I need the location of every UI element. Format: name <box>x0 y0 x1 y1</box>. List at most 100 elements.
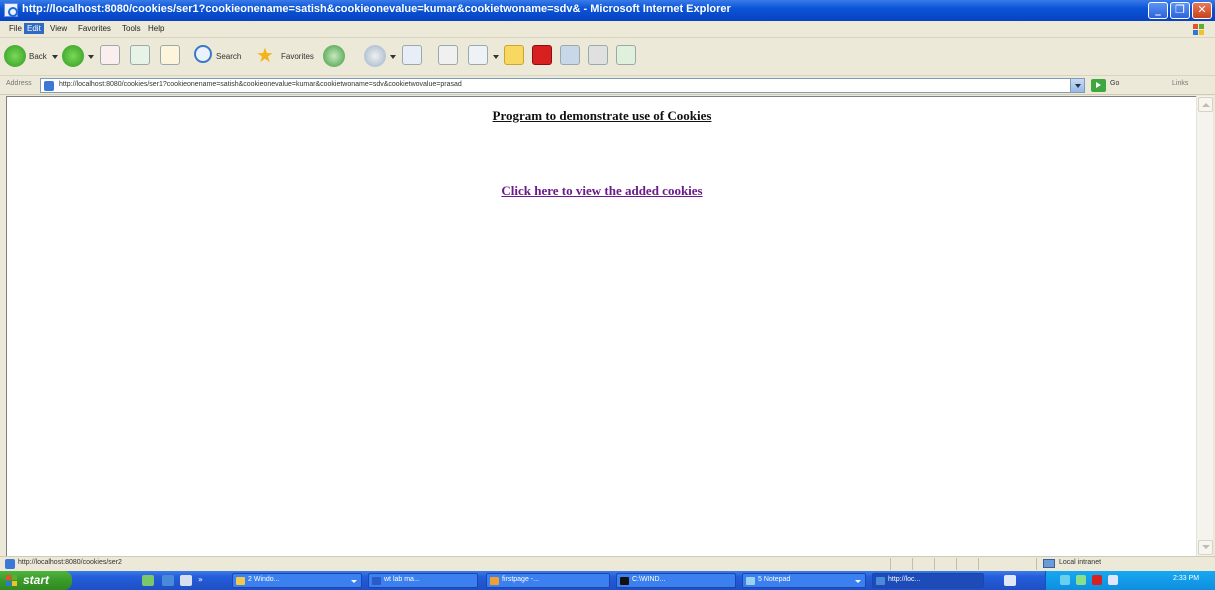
tray-app-icon[interactable] <box>1076 575 1086 585</box>
folder-icon <box>236 577 245 585</box>
quicklaunch-show-desktop-icon[interactable] <box>142 575 154 586</box>
taskbar-button-wt-lab[interactable]: wt lab ma... <box>368 573 478 588</box>
status-text: http://localhost:8080/cookies/ser2 <box>18 559 122 566</box>
back-dropdown-icon[interactable] <box>52 55 58 59</box>
taskbar-extra-icon[interactable] <box>1004 575 1016 586</box>
close-button[interactable]: ✕ <box>1192 2 1212 19</box>
taskbar-button-firstpage[interactable]: firstpage -... <box>486 573 610 588</box>
mail-icon[interactable] <box>402 45 422 65</box>
page-icon <box>44 81 54 91</box>
ie-icon <box>4 3 18 17</box>
address-url[interactable]: http://localhost:8080/cookies/ser1?cooki… <box>59 81 462 88</box>
windows-flag-icon <box>1189 23 1211 36</box>
quicklaunch-media-icon[interactable] <box>180 575 192 586</box>
start-button[interactable]: start <box>0 571 72 590</box>
taskbar-button-ie[interactable]: http://loc... <box>872 573 984 588</box>
edit-dropdown-icon[interactable] <box>493 55 499 59</box>
print-icon[interactable] <box>438 45 458 65</box>
quicklaunch-more-icon[interactable]: » <box>198 575 204 586</box>
status-divider <box>934 558 935 570</box>
clock[interactable]: 2:33 PM <box>1173 575 1199 582</box>
edit-icon[interactable] <box>468 45 488 65</box>
menu-edit[interactable]: Edit <box>24 23 44 34</box>
history-icon[interactable] <box>364 45 386 67</box>
word-icon <box>372 577 381 585</box>
address-input[interactable]: http://localhost:8080/cookies/ser1?cooki… <box>40 78 1085 93</box>
favorites-star-icon[interactable]: ★ <box>256 44 280 66</box>
status-divider <box>978 558 979 570</box>
network-icon[interactable] <box>1060 575 1070 585</box>
menu-bar: File Edit View Favorites Tools Help <box>0 21 1215 38</box>
page-content: Program to demonstrate use of Cookies Cl… <box>6 96 1196 556</box>
kaspersky-icon[interactable] <box>532 45 552 65</box>
ie-icon <box>876 577 885 585</box>
search-icon[interactable] <box>194 45 212 63</box>
go-button[interactable]: Go <box>1110 80 1119 87</box>
notepad-icon <box>746 577 755 585</box>
forward-dropdown-icon[interactable] <box>88 55 94 59</box>
status-divider <box>1036 558 1037 570</box>
windows-logo-icon <box>6 575 18 586</box>
menu-favorites[interactable]: Favorites <box>75 23 114 34</box>
address-label: Address <box>6 80 32 87</box>
task-label: http://loc... <box>888 576 921 583</box>
menu-view[interactable]: View <box>47 23 70 34</box>
taskbar-button-notepad[interactable]: 5 Notepad <box>742 573 866 588</box>
back-arrow-icon[interactable] <box>4 45 26 67</box>
history-dropdown-icon[interactable] <box>390 55 396 59</box>
security-zone: Local intranet <box>1059 559 1102 566</box>
forward-arrow-icon[interactable] <box>62 45 84 67</box>
status-divider <box>912 558 913 570</box>
task-label: wt lab ma... <box>384 576 420 583</box>
search-label[interactable]: Search <box>216 52 241 61</box>
back-label[interactable]: Back <box>29 52 47 61</box>
page-heading: Program to demonstrate use of Cookies <box>492 108 712 123</box>
task-label: firstpage -... <box>502 576 539 583</box>
go-arrow-icon[interactable] <box>1091 79 1106 92</box>
local-intranet-icon <box>1043 559 1055 568</box>
stop-icon[interactable] <box>100 45 120 65</box>
system-tray: 2:33 PM <box>1045 571 1215 590</box>
favorites-label[interactable]: Favorites <box>281 52 314 61</box>
taskbar-button-cmd[interactable]: C:\WIND... <box>616 573 736 588</box>
quicklaunch-ie-icon[interactable] <box>162 575 174 586</box>
minimize-button[interactable]: _ <box>1148 2 1168 19</box>
vertical-scrollbar[interactable] <box>1196 96 1213 556</box>
kaspersky-tray-icon[interactable] <box>1092 575 1102 585</box>
status-bar: http://localhost:8080/cookies/ser2 Local… <box>0 556 1215 571</box>
links-button[interactable]: Links <box>1172 80 1188 87</box>
status-divider <box>890 558 891 570</box>
status-divider <box>956 558 957 570</box>
chevron-down-icon <box>351 580 357 583</box>
scroll-up-button[interactable] <box>1198 97 1213 112</box>
menu-help[interactable]: Help <box>145 23 167 34</box>
task-label: 5 Notepad <box>758 576 791 583</box>
title-bar[interactable]: http://localhost:8080/cookies/ser1?cooki… <box>0 0 1215 21</box>
media-icon[interactable] <box>323 45 345 67</box>
address-dropdown-icon[interactable] <box>1070 79 1084 92</box>
scroll-down-button[interactable] <box>1198 540 1213 555</box>
volume-icon[interactable] <box>1108 575 1118 585</box>
maximize-button[interactable]: ❐ <box>1170 2 1190 19</box>
home-icon[interactable] <box>160 45 180 65</box>
taskbar-button-windows[interactable]: 2 Windo... <box>232 573 362 588</box>
menu-tools[interactable]: Tools <box>119 23 144 34</box>
view-cookies-link[interactable]: Click here to view the added cookies <box>501 183 702 198</box>
address-bar: Address http://localhost:8080/cookies/se… <box>0 76 1215 95</box>
folder-icon[interactable] <box>504 45 524 65</box>
editor-icon <box>490 577 499 585</box>
chevron-down-icon <box>855 580 861 583</box>
status-page-icon <box>5 559 15 569</box>
view-cookies-link-wrapper: Click here to view the added cookies <box>7 183 1197 199</box>
research-icon[interactable] <box>588 45 608 65</box>
menu-file[interactable]: File <box>6 23 25 34</box>
ie-window: http://localhost:8080/cookies/ser1?cooki… <box>0 0 1215 590</box>
messenger-icon[interactable] <box>560 45 580 65</box>
start-label: start <box>23 573 50 587</box>
task-label: 2 Windo... <box>248 576 280 583</box>
console-icon <box>620 577 629 585</box>
users-icon[interactable] <box>616 45 636 65</box>
standard-toolbar: Back Search ★ Favorites <box>0 38 1215 76</box>
refresh-icon[interactable] <box>130 45 150 65</box>
task-label: C:\WIND... <box>632 576 666 583</box>
